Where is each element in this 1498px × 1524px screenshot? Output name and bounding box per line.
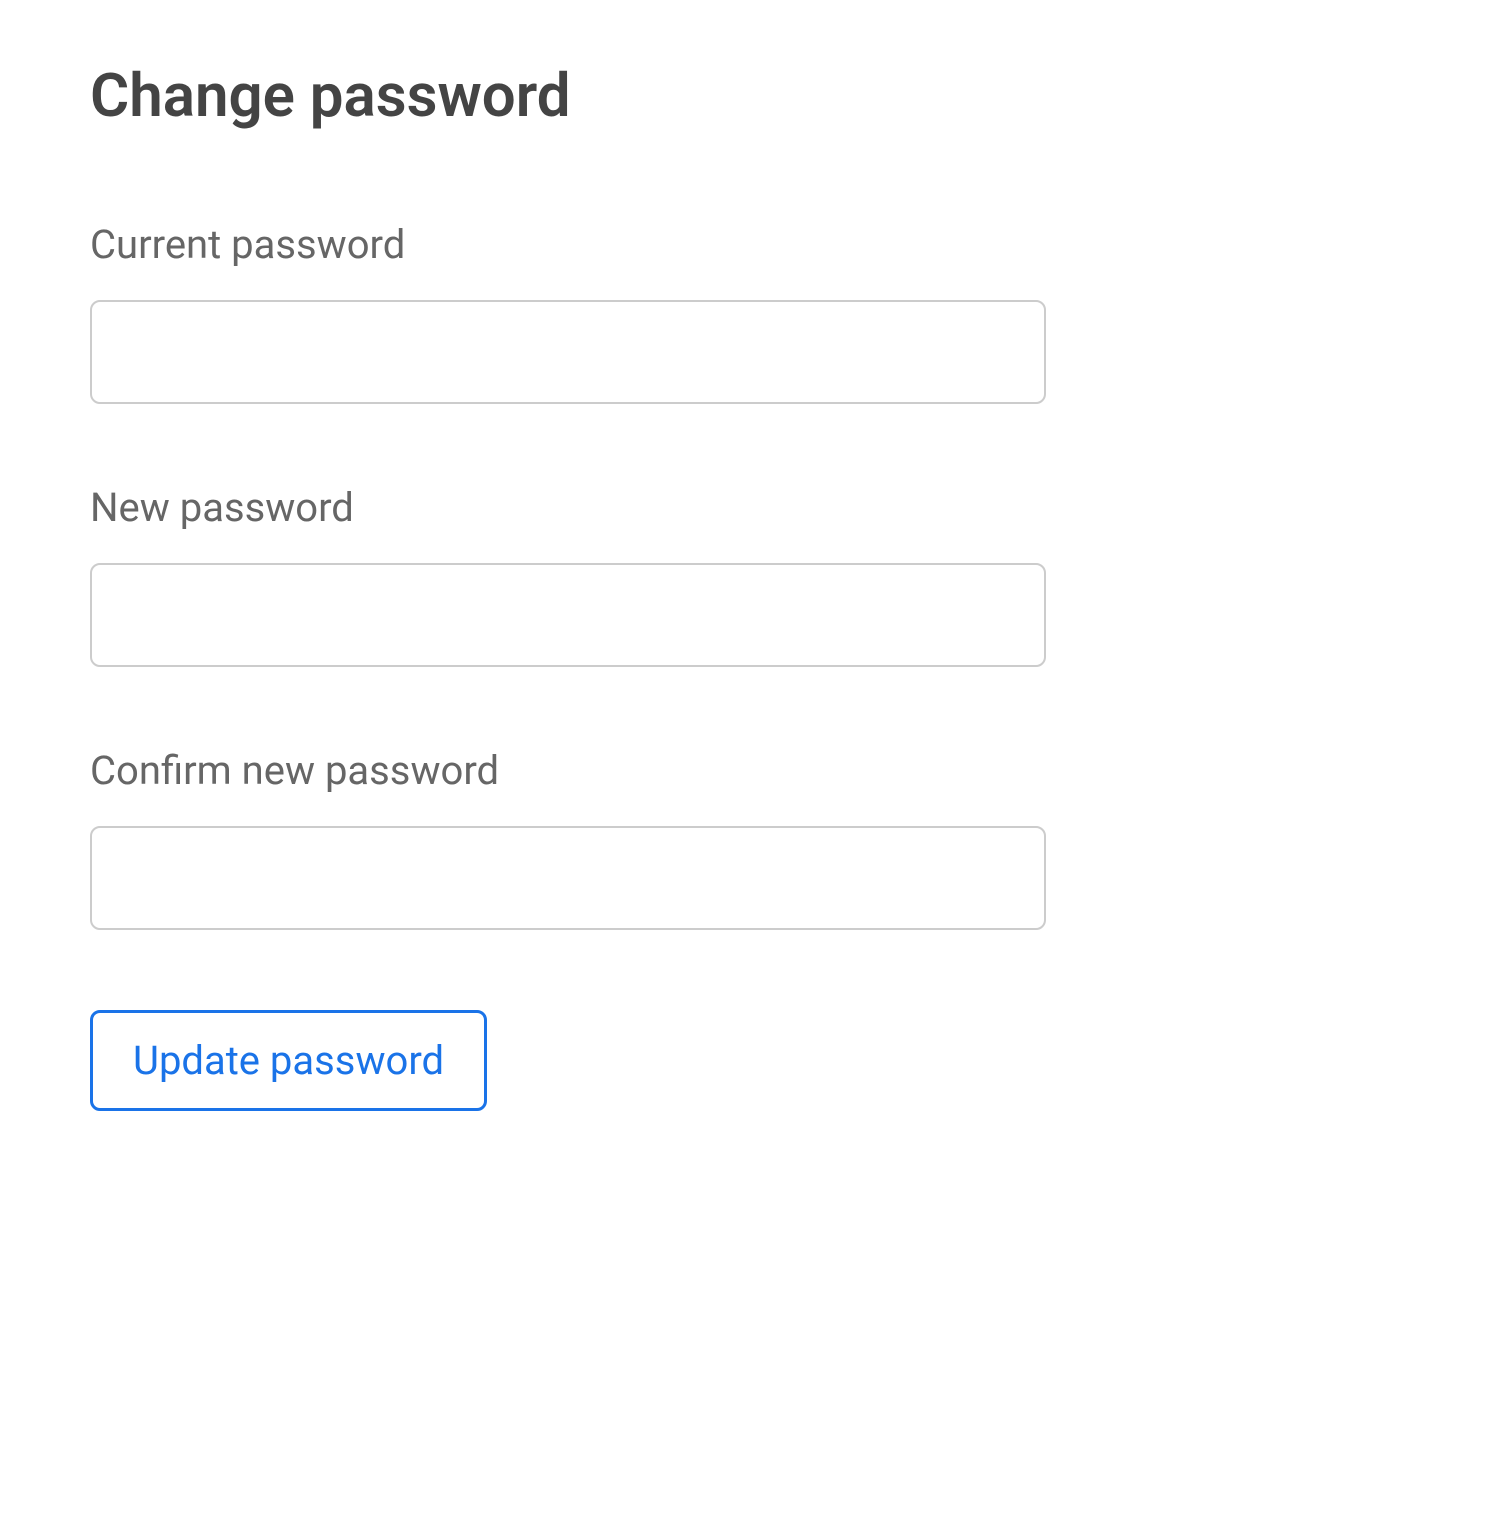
- new-password-label: New password: [90, 484, 1408, 531]
- confirm-password-input[interactable]: [90, 826, 1046, 930]
- confirm-password-group: Confirm new password: [90, 747, 1408, 930]
- page-title: Change password: [90, 60, 1408, 131]
- current-password-input[interactable]: [90, 300, 1046, 404]
- change-password-form: Current password New password Confirm ne…: [90, 221, 1408, 1111]
- confirm-password-label: Confirm new password: [90, 747, 1408, 794]
- new-password-group: New password: [90, 484, 1408, 667]
- current-password-label: Current password: [90, 221, 1408, 268]
- update-password-button[interactable]: Update password: [90, 1010, 487, 1111]
- current-password-group: Current password: [90, 221, 1408, 404]
- new-password-input[interactable]: [90, 563, 1046, 667]
